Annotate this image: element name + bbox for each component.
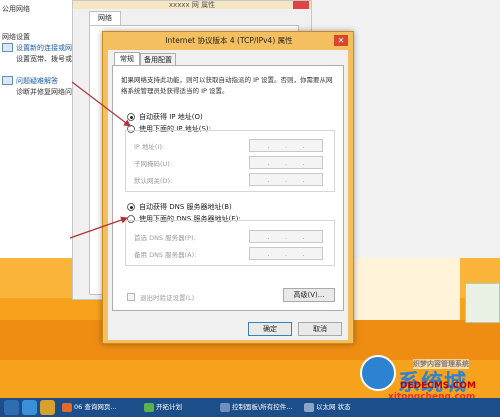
general-panel: 如果网络支持此功能，则可以获取自动指派的 IP 设置。否则，你需要从网络系统管理…: [112, 65, 344, 311]
ip-auto-label: 自动获得 IP 地址(O): [139, 113, 203, 121]
cancel-button[interactable]: 取消: [298, 322, 342, 336]
watermark-overlay-site: DEDECMS.COM: [400, 381, 476, 391]
dns-auto-label: 自动获得 DNS 服务器地址(B): [139, 203, 232, 211]
people-tile: [465, 283, 500, 323]
window-title: xxxxx 网 属性: [73, 1, 311, 9]
subnet-mask-input[interactable]: ...: [249, 156, 323, 169]
advanced-button[interactable]: 高级(V)...: [283, 288, 335, 302]
field-label: 备用 DNS 服务器(A):: [134, 251, 197, 259]
preferred-dns-input[interactable]: ...: [249, 230, 323, 243]
app-icon: [62, 403, 72, 412]
radio-icon[interactable]: [127, 113, 135, 121]
ok-button[interactable]: 确定: [248, 322, 292, 336]
network-type-label: 公用网络: [2, 5, 30, 13]
taskbar: 06 查询网页... 开拓计划 控制面板\所有控件... 以太网 状态: [0, 398, 500, 417]
watermark-overlay-text: 织梦内容管理系统: [413, 359, 469, 369]
preferred-dns-row: 首选 DNS 服务器(P): ...: [134, 230, 329, 244]
ip-address-group: IP 地址(I): ... 子网掩码(U): ... 默认网关(D): ...: [125, 130, 335, 192]
taskbar-item[interactable]: 06 查询网页...: [60, 400, 138, 415]
description-text: 如果网络支持此功能，则可以获取自动指派的 IP 设置。否则，你需要从网络系统管理…: [121, 76, 333, 95]
control-panel-icon: [220, 403, 230, 412]
troubleshoot-link[interactable]: 问题疑难解答: [16, 76, 58, 86]
troubleshoot-desc: 诊断并修复网络问题: [16, 88, 79, 96]
field-label: IP 地址(I):: [134, 143, 165, 151]
ip-address-input[interactable]: ...: [249, 139, 323, 152]
watermark-logo-icon: [360, 355, 396, 391]
validate-settings-option[interactable]: 退出时验证设置(L): [127, 292, 194, 302]
ip-auto-option[interactable]: 自动获得 IP 地址(O): [127, 112, 203, 122]
subnet-mask-row: 子网掩码(U): ...: [134, 156, 329, 170]
alternate-dns-row: 备用 DNS 服务器(A): ...: [134, 247, 329, 261]
taskbar-item[interactable]: 以太网 状态: [302, 400, 358, 415]
default-gateway-row: 默认网关(D): ...: [134, 173, 329, 187]
dialog-body: 常规 备用配置 如果网络支持此功能，则可以获取自动指派的 IP 设置。否则，你需…: [108, 50, 348, 340]
field-label: 子网掩码(U):: [134, 160, 173, 168]
radio-icon[interactable]: [127, 203, 135, 211]
ip-address-row: IP 地址(I): ...: [134, 139, 329, 153]
taskbar-item[interactable]: 开拓计划: [142, 400, 214, 415]
network-icon: [304, 403, 314, 412]
network-setup-icon: [2, 43, 13, 52]
checkbox-icon[interactable]: [127, 293, 135, 301]
dialog-title: Internet 协议版本 4 (TCP/IPv4) 属性: [165, 36, 293, 45]
tab-networking[interactable]: 网络: [89, 11, 121, 25]
field-label: 默认网关(D):: [134, 177, 173, 185]
close-button[interactable]: [293, 1, 309, 9]
default-gateway-input[interactable]: ...: [249, 173, 323, 186]
internet-explorer-icon[interactable]: [22, 400, 37, 415]
taskbar-item[interactable]: 控制面板\所有控件...: [218, 400, 298, 415]
setup-connection-link[interactable]: 设置新的连接或网络: [16, 43, 79, 53]
field-label: 首选 DNS 服务器(P):: [134, 234, 196, 242]
ipv4-properties-dialog: Internet 协议版本 4 (TCP/IPv4) 属性 ✕ 常规 备用配置 …: [102, 31, 354, 344]
validate-settings-label: 退出时验证设置(L): [140, 294, 195, 302]
troubleshoot-icon: [2, 76, 13, 85]
section-heading: 网络设置: [2, 33, 30, 41]
alternate-dns-input[interactable]: ...: [249, 247, 323, 260]
app-icon: [144, 403, 154, 412]
dns-server-group: 首选 DNS 服务器(P): ... 备用 DNS 服务器(A): ...: [125, 220, 335, 266]
folder-icon[interactable]: [40, 400, 55, 415]
file-explorer-icon[interactable]: [4, 400, 19, 415]
dns-auto-option[interactable]: 自动获得 DNS 服务器地址(B): [127, 202, 232, 212]
close-button[interactable]: ✕: [334, 35, 348, 46]
tab-general[interactable]: 常规: [114, 52, 140, 66]
